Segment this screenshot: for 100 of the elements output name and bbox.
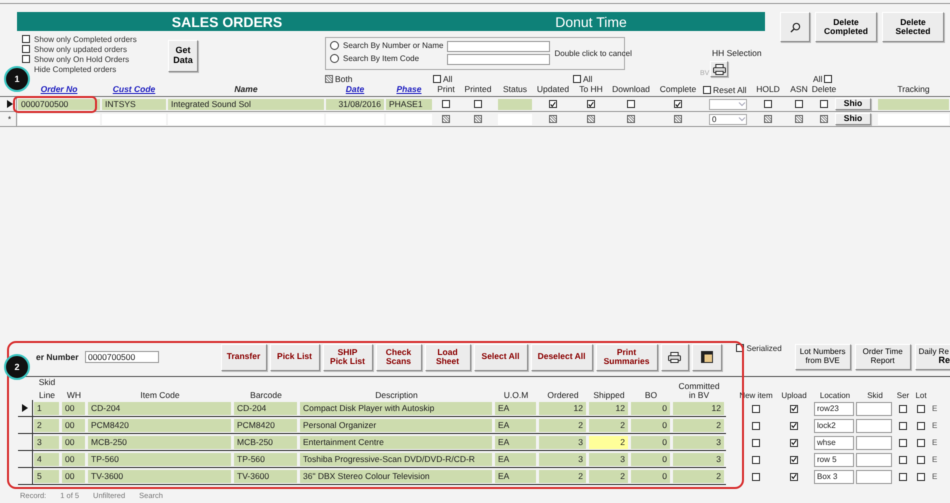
checkbox[interactable] — [764, 115, 772, 123]
print-button[interactable] — [710, 61, 728, 77]
printer-icon — [668, 352, 682, 362]
action-button[interactable]: Transfer — [220, 344, 267, 370]
window-title: SALES ORDERS — [170, 14, 284, 30]
radio-button[interactable] — [330, 54, 339, 63]
delete-button[interactable]: Delete Selected — [882, 12, 944, 42]
column-header[interactable]: Order No — [40, 84, 78, 96]
checkbox[interactable] — [433, 75, 441, 83]
print-button[interactable] — [660, 344, 689, 370]
checkbox[interactable] — [917, 438, 925, 446]
table-cell: 31/08/2016 — [326, 98, 384, 110]
location-field[interactable]: row23 — [814, 402, 854, 416]
checkbox[interactable] — [549, 100, 557, 108]
hh-selection-label: HH Selection — [712, 48, 762, 58]
column-header[interactable]: Cust Code — [112, 84, 156, 96]
table-cell: 0 — [631, 418, 670, 432]
dropdown[interactable]: 0 — [709, 114, 747, 124]
table-cell: EA — [495, 452, 536, 466]
table-cell: Compact Disk Player with Autoskip — [300, 402, 492, 414]
checkbox[interactable] — [790, 422, 798, 430]
search-field[interactable] — [447, 41, 550, 52]
checkbox[interactable] — [899, 404, 907, 412]
column-header[interactable]: Date — [346, 84, 364, 96]
radio-button[interactable] — [330, 41, 339, 50]
checkbox[interactable] — [325, 75, 333, 83]
skid-field[interactable] — [856, 402, 892, 416]
checkbox[interactable] — [820, 100, 828, 108]
table-cell: 2 — [589, 436, 628, 448]
checkbox[interactable] — [790, 472, 798, 480]
checkbox[interactable] — [917, 472, 925, 480]
checkbox[interactable] — [752, 438, 760, 446]
checkbox[interactable] — [627, 100, 635, 108]
checkbox-label: All — [583, 74, 592, 84]
action-button[interactable]: Pick List — [270, 344, 320, 370]
checkbox[interactable] — [899, 422, 907, 430]
action-button[interactable]: SHIP Pick List — [322, 344, 373, 370]
skid-field[interactable] — [856, 470, 892, 484]
report-button[interactable]: Order Time Report — [854, 344, 911, 370]
action-button[interactable]: Deselect All — [530, 344, 593, 370]
checkbox[interactable] — [917, 422, 925, 430]
delete-button[interactable]: Delete Completed — [815, 12, 877, 42]
checkbox[interactable] — [22, 55, 30, 63]
checkbox[interactable] — [824, 75, 832, 83]
checkbox[interactable] — [820, 115, 828, 123]
search-field[interactable] — [447, 54, 550, 65]
checkbox[interactable] — [790, 438, 798, 446]
skid-field[interactable] — [856, 418, 892, 432]
checkbox[interactable] — [752, 456, 760, 464]
location-field[interactable]: row 5 — [814, 452, 854, 466]
report-button[interactable]: Daily Re Re — [914, 344, 950, 370]
layout-button[interactable] — [692, 344, 722, 370]
checkbox[interactable] — [899, 472, 907, 480]
order-number-field[interactable]: 0000700500 — [84, 351, 159, 363]
checkbox[interactable] — [752, 472, 760, 480]
location-field[interactable]: whse — [814, 436, 854, 450]
location-field[interactable]: Box 3 — [814, 470, 854, 484]
skid-field[interactable] — [856, 452, 892, 466]
checkbox[interactable] — [795, 115, 803, 123]
checkbox[interactable] — [899, 456, 907, 464]
search-button[interactable] — [780, 12, 810, 42]
checkbox[interactable] — [442, 115, 450, 123]
report-button[interactable]: Lot Numbers from BVE — [794, 344, 851, 370]
checkbox[interactable] — [587, 115, 595, 123]
skid-field[interactable] — [856, 436, 892, 450]
checkbox[interactable] — [899, 438, 907, 446]
location-field[interactable]: lock2 — [814, 418, 854, 432]
checkbox[interactable] — [790, 456, 798, 464]
get-data-button[interactable]: Get Data — [168, 40, 198, 72]
checkbox[interactable] — [674, 115, 682, 123]
checkbox[interactable] — [917, 404, 925, 412]
checkbox[interactable] — [752, 422, 760, 430]
action-button[interactable]: Load Sheet — [424, 344, 471, 370]
checkbox[interactable] — [790, 404, 798, 412]
table-cell: 2 — [673, 418, 724, 432]
checkbox[interactable] — [22, 45, 30, 53]
checkbox[interactable] — [752, 404, 760, 412]
checkbox[interactable] — [917, 456, 925, 464]
action-button[interactable]: Check Scans — [376, 344, 422, 370]
checkbox[interactable] — [674, 100, 682, 108]
action-button[interactable]: Print Summaries — [596, 344, 658, 370]
checkbox[interactable] — [764, 100, 772, 108]
ship-button[interactable]: Shio — [835, 113, 871, 125]
column-header: Barcode — [249, 391, 283, 400]
checkbox[interactable] — [627, 115, 635, 123]
checkbox[interactable] — [587, 100, 595, 108]
table-cell: PHASE1 — [386, 98, 432, 110]
action-button[interactable]: Select All — [474, 344, 528, 370]
table-cell: Toshiba Progressive-Scan DVD/DVD-R/CD-R — [300, 452, 492, 466]
checkbox[interactable] — [795, 100, 803, 108]
table-cell: TV-3600 — [88, 470, 231, 482]
checkbox[interactable] — [703, 86, 711, 94]
column-header[interactable]: Phase — [396, 84, 422, 96]
ship-button[interactable]: Shio — [835, 98, 871, 110]
checkbox[interactable] — [573, 75, 581, 83]
checkbox[interactable] — [22, 35, 30, 43]
checkbox[interactable] — [549, 115, 557, 123]
checkbox[interactable] — [474, 100, 482, 108]
checkbox[interactable] — [442, 100, 450, 108]
checkbox[interactable] — [474, 115, 482, 123]
